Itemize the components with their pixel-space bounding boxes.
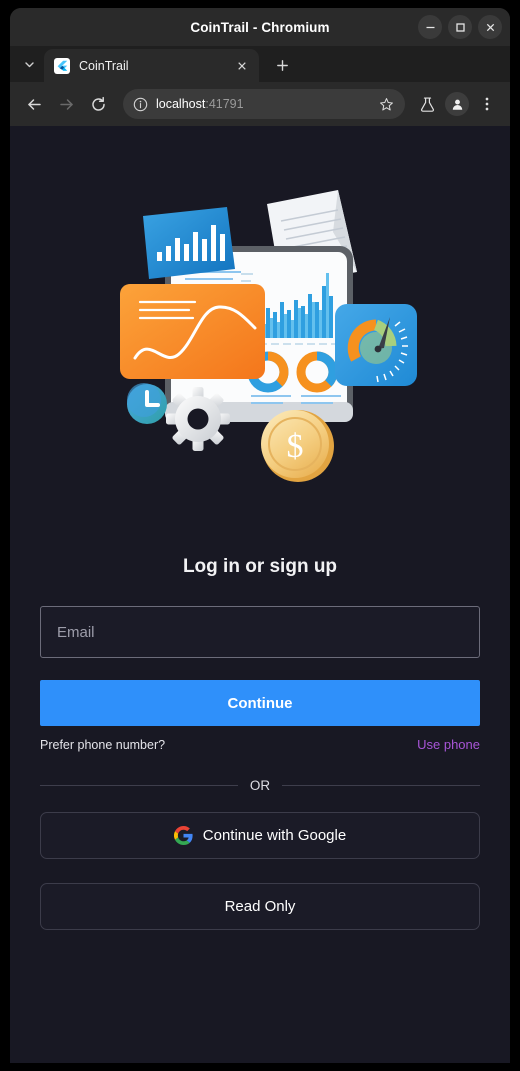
forward-button[interactable] [51, 89, 81, 119]
browser-toolbar: localhost:41791 [10, 82, 510, 126]
google-icon [173, 826, 193, 845]
tab-close-icon[interactable] [233, 57, 251, 75]
use-phone-link[interactable]: Use phone [417, 737, 480, 752]
blue-bar-chart-card [143, 207, 235, 279]
page-title: Log in or sign up [182, 556, 338, 577]
analytics-illustration: $ [120, 190, 417, 482]
dollar-coin: $ [261, 410, 334, 482]
email-input[interactable] [40, 606, 480, 658]
prefer-phone-row: Prefer phone number? Use phone [40, 737, 480, 752]
clock-sphere [127, 383, 167, 424]
experiments-flask-icon[interactable] [413, 89, 441, 119]
back-button[interactable] [19, 89, 49, 119]
svg-text:$: $ [287, 428, 304, 465]
three-dot-menu-icon[interactable] [473, 89, 501, 119]
read-only-label: Read Only [224, 898, 296, 915]
window-title: CoinTrail - Chromium [190, 19, 330, 35]
divider-line-left [40, 785, 238, 786]
orange-line-chart-card [120, 284, 265, 379]
title-bar: CoinTrail - Chromium [10, 8, 510, 46]
google-button-label: Continue with Google [202, 827, 347, 844]
prefer-phone-label: Prefer phone number? [40, 737, 166, 752]
url-port: :41791 [205, 97, 244, 111]
new-tab-button[interactable] [267, 50, 297, 80]
page-content: $ Log in or sign up Continue Prefer phon… [10, 126, 510, 1063]
tab-title: CoinTrail [79, 58, 129, 73]
divider-label: OR [249, 778, 271, 793]
divider-line-right [282, 785, 480, 786]
tab-cointrail[interactable]: CoinTrail [44, 49, 259, 82]
profile-avatar-icon[interactable] [445, 92, 469, 116]
read-only-button[interactable]: Read Only [40, 883, 480, 930]
window-controls [418, 8, 502, 46]
tab-strip: CoinTrail [10, 46, 510, 82]
continue-button[interactable]: Continue [40, 680, 480, 726]
or-divider: OR [40, 778, 480, 793]
chevron-down-icon[interactable] [14, 46, 44, 82]
blue-gauge-card [335, 304, 417, 386]
address-bar[interactable]: localhost:41791 [123, 89, 405, 119]
browser-window: CoinTrail - Chromium CoinTrail localhost… [10, 8, 510, 1063]
minimize-button[interactable] [418, 15, 442, 39]
continue-with-google-button[interactable]: Continue with Google [40, 812, 480, 859]
auth-form: Log in or sign up Continue Prefer phone … [10, 556, 510, 930]
hero-illustration: $ [10, 126, 510, 556]
maximize-button[interactable] [448, 15, 472, 39]
bookmark-star-icon[interactable] [375, 93, 397, 115]
url-host: localhost [156, 97, 206, 111]
reload-button[interactable] [83, 89, 113, 119]
close-button[interactable] [478, 15, 502, 39]
flutter-icon [54, 57, 70, 74]
info-icon[interactable] [131, 95, 149, 113]
address-bar-text: localhost:41791 [156, 97, 368, 111]
